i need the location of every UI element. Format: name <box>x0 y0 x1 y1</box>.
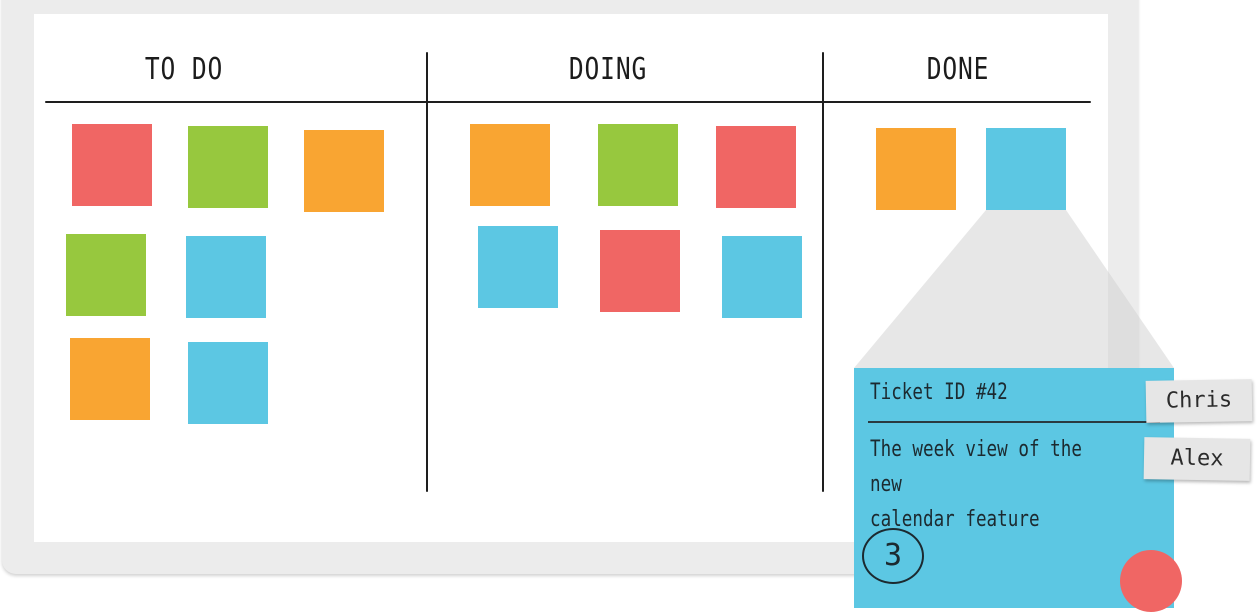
story-points-badge: 3 <box>862 528 924 584</box>
ticket-detail-card[interactable]: Ticket ID #42 The week view of the new c… <box>854 368 1182 612</box>
sticky-note[interactable] <box>722 236 802 318</box>
sticky-note[interactable] <box>66 234 146 316</box>
sticky-note[interactable] <box>188 126 268 208</box>
ticket-divider <box>868 421 1160 423</box>
sticky-note[interactable] <box>876 128 956 210</box>
column-title-done: DONE <box>926 52 990 87</box>
sticky-note[interactable] <box>716 126 796 208</box>
sticky-note[interactable] <box>188 342 268 424</box>
sticky-note[interactable] <box>186 236 266 318</box>
column-divider-2 <box>822 52 824 492</box>
ticket-id: Ticket ID #42 <box>870 380 1008 405</box>
status-dot <box>1120 550 1182 612</box>
header-divider-line <box>45 101 1091 103</box>
assignee-tag[interactable]: Alex <box>1143 437 1251 481</box>
sticky-note[interactable] <box>72 124 152 206</box>
column-title-todo: TO DO <box>144 52 224 87</box>
sticky-note-selected[interactable] <box>986 128 1066 210</box>
sticky-note[interactable] <box>478 226 558 308</box>
column-title-doing: DOING <box>568 52 648 87</box>
sticky-note[interactable] <box>304 130 384 212</box>
column-divider-1 <box>426 52 428 492</box>
sticky-note[interactable] <box>70 338 150 420</box>
assignee-tag[interactable]: Chris <box>1145 379 1253 423</box>
sticky-note[interactable] <box>470 124 550 206</box>
ticket-description-line: The week view of the new <box>870 437 1082 497</box>
ticket-description: The week view of the new calendar featur… <box>870 432 1110 537</box>
sticky-note[interactable] <box>598 124 678 206</box>
sticky-note[interactable] <box>600 230 680 312</box>
